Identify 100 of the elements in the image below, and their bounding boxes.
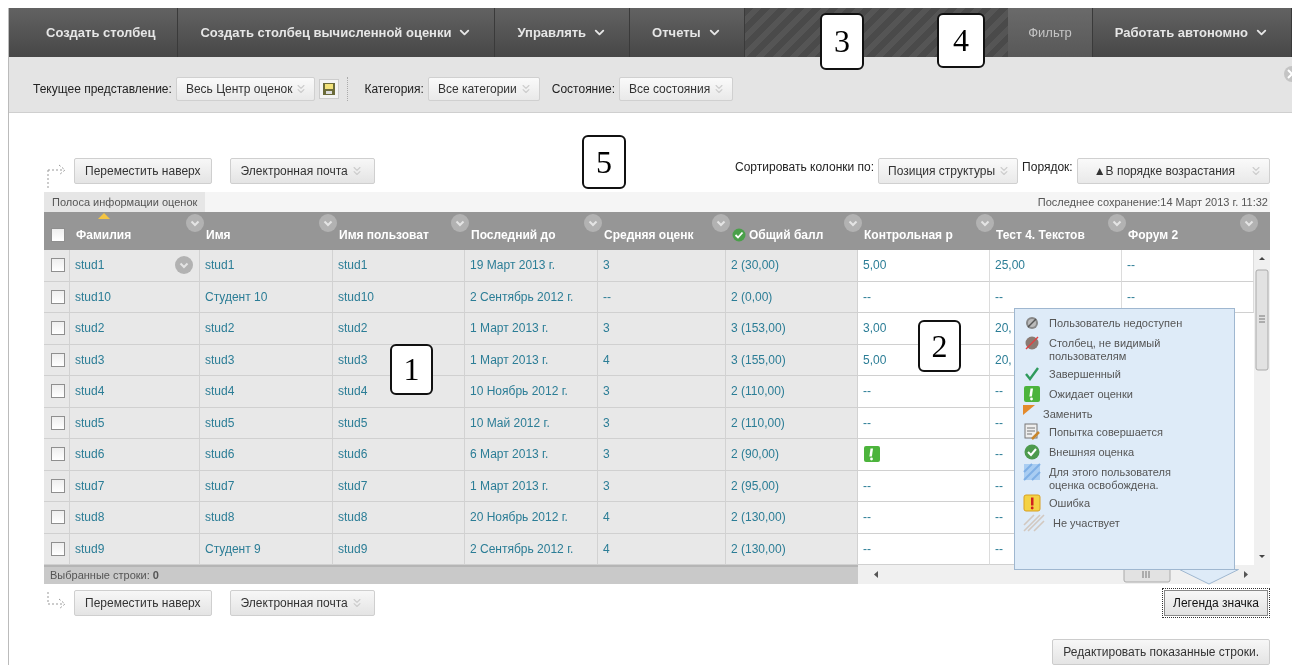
table-cell[interactable]: stud6 [205, 447, 235, 462]
table-cell[interactable]: stud9 [75, 541, 105, 556]
table-cell: 3 [603, 258, 610, 273]
column-header[interactable]: Средняя оценк [604, 228, 694, 242]
table-cell[interactable]: stud8 [205, 510, 235, 525]
table-cell[interactable]: stud3 [338, 352, 368, 367]
email-menu-button[interactable]: Электронная почта [229, 590, 375, 616]
column-header[interactable]: Тест 4. Текстов [996, 228, 1085, 242]
table-cell: -- [863, 478, 871, 493]
column-menu-icon[interactable] [976, 214, 994, 232]
order-dropdown[interactable]: ▲В порядке возрастания [1076, 158, 1270, 184]
table-cell: 3 [603, 447, 610, 462]
row-checkbox[interactable] [51, 289, 65, 304]
order-label: Порядок: [1022, 160, 1073, 174]
table-cell[interactable]: stud8 [75, 510, 105, 525]
row-checkbox[interactable] [51, 321, 65, 336]
table-cell[interactable]: stud6 [338, 447, 368, 462]
table-cell[interactable]: stud2 [75, 321, 105, 336]
legend-label: Пользователь недоступен [1049, 316, 1183, 330]
column-header[interactable]: Общий балл [749, 228, 824, 242]
table-cell[interactable]: stud1 [338, 258, 368, 273]
vertical-scrollbar[interactable] [1254, 250, 1270, 565]
callout-number: 3 [820, 13, 864, 70]
column-header[interactable]: Имя пользоват [339, 228, 429, 242]
table-cell: 3 [603, 384, 610, 399]
table-cell[interactable]: stud5 [338, 415, 368, 430]
column-menu-icon[interactable] [584, 214, 602, 232]
info-bar-tab[interactable]: Полоса информации оценок [44, 192, 206, 212]
filter-label: Категория: [364, 82, 424, 96]
table-cell[interactable]: stud6 [75, 447, 105, 462]
row-checkbox[interactable] [51, 352, 65, 367]
table-cell[interactable]: stud1 [75, 258, 105, 273]
unavailable-icon [1023, 314, 1041, 332]
legend-label: Заменить [1043, 407, 1093, 421]
table-cell[interactable]: stud10 [75, 289, 112, 304]
email-menu-button[interactable]: Электронная почта [229, 158, 375, 184]
callout-number: 2 [918, 320, 961, 372]
move-to-top-button[interactable]: Переместить наверх [74, 590, 212, 616]
save-button[interactable] [319, 79, 340, 99]
table-cell: -- [995, 478, 1003, 493]
column-header[interactable]: Форум 2 [1128, 228, 1179, 242]
table-cell[interactable]: stud4 [205, 384, 235, 399]
legend-label: Завершенный [1049, 367, 1121, 381]
table-cell[interactable]: stud8 [338, 510, 368, 525]
row-menu-icon[interactable] [175, 256, 193, 274]
filter-dropdown[interactable]: Все категории [427, 77, 540, 101]
table-cell[interactable]: stud10 [338, 289, 375, 304]
table-cell: 5,00 [863, 352, 887, 367]
row-checkbox[interactable] [51, 447, 65, 462]
table-cell[interactable]: stud7 [338, 478, 368, 493]
table-cell[interactable]: stud7 [205, 478, 235, 493]
close-icon[interactable] [1283, 65, 1292, 83]
column-header[interactable]: Фамилия [76, 228, 132, 242]
icon-legend-button[interactable]: Легенда значка [1164, 590, 1268, 616]
sort-dropdown[interactable]: Позиция структуры [878, 158, 1019, 184]
column-menu-icon[interactable] [186, 214, 204, 232]
column-header[interactable]: Контрольная р [864, 228, 953, 242]
error-icon [1023, 494, 1041, 512]
table-cell: 1 Март 2013 г. [470, 321, 549, 336]
table-cell: 10 Ноябрь 2012 г. [470, 384, 568, 399]
row-checkbox[interactable] [51, 478, 65, 493]
column-menu-icon[interactable] [1108, 214, 1126, 232]
table-cell[interactable]: stud5 [205, 415, 235, 430]
table-cell[interactable]: stud2 [338, 321, 368, 336]
select-all-checkbox[interactable] [51, 228, 65, 242]
edit-rows-button[interactable]: Редактировать показанные строки. [1052, 639, 1270, 665]
table-cell: -- [995, 447, 1003, 462]
table-cell[interactable]: stud3 [205, 352, 235, 367]
row-checkbox[interactable] [51, 384, 65, 399]
table-cell[interactable]: stud7 [75, 478, 105, 493]
table-cell[interactable]: stud3 [75, 352, 105, 367]
completed-icon [1023, 365, 1041, 383]
table-cell: 4 [603, 510, 610, 525]
table-cell: 2 (95,00) [731, 478, 780, 493]
filter-dropdown[interactable]: Весь Центр оценок [175, 77, 316, 101]
move-to-top-button[interactable]: Переместить наверх [74, 158, 212, 184]
table-cell[interactable]: stud5 [75, 415, 105, 430]
table-cell[interactable]: stud1 [205, 258, 235, 273]
filter-dropdown[interactable]: Все состояния [618, 77, 734, 101]
table-cell[interactable]: stud2 [205, 321, 235, 336]
column-menu-icon[interactable] [844, 214, 862, 232]
table-cell[interactable]: Студент 9 [205, 541, 261, 556]
callout-number: 4 [937, 13, 985, 68]
table-cell: 3 (153,00) [731, 321, 786, 336]
column-menu-icon[interactable] [1240, 214, 1258, 232]
column-menu-icon[interactable] [712, 214, 730, 232]
table-cell[interactable]: stud9 [338, 541, 368, 556]
row-checkbox[interactable] [51, 415, 65, 430]
filter-label: Текущее представление: [33, 82, 172, 96]
column-header[interactable]: Последний до [471, 228, 556, 242]
table-cell: 2 (130,00) [731, 510, 786, 525]
column-menu-icon[interactable] [319, 214, 337, 232]
column-menu-icon[interactable] [451, 214, 469, 232]
row-checkbox[interactable] [51, 258, 65, 273]
column-header[interactable]: Имя [206, 228, 231, 242]
table-cell[interactable]: stud4 [338, 384, 368, 399]
row-checkbox[interactable] [51, 541, 65, 556]
row-checkbox[interactable] [51, 510, 65, 525]
table-cell: -- [863, 541, 871, 556]
table-cell[interactable]: stud4 [75, 384, 105, 399]
